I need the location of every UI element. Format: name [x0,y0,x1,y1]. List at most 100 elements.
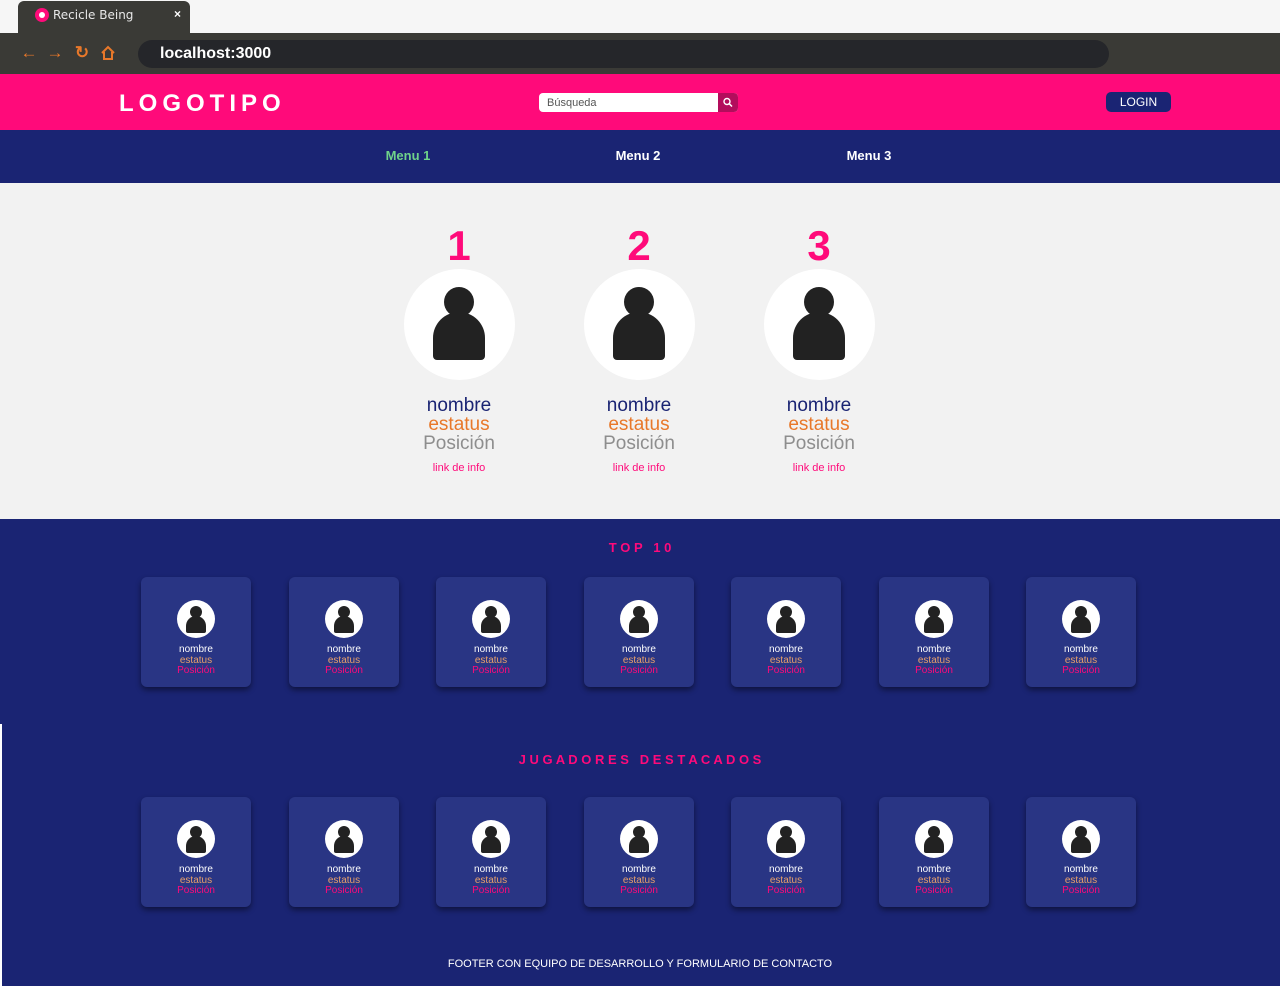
recycle-favicon-icon [35,8,49,22]
player-position: Posición [915,665,953,676]
avatar [403,269,515,380]
site-header: LOGOTIPO LOGIN [0,74,1280,130]
avatar [767,600,805,638]
featured-title: J U G A D O R E S D E S T A C A D O S [518,752,762,767]
podium-section: 1 nombre estatus Posición link de info 2… [0,183,1280,519]
player-card[interactable]: nombre estatus Posición [289,577,399,687]
browser-tab[interactable]: Recicle Being × [18,1,190,34]
player-card[interactable]: nombre estatus Posición [584,577,694,687]
player-status: estatus [788,414,850,435]
player-name: nombre [786,395,852,416]
player-position: Posición [472,665,510,676]
avatar [1062,600,1100,638]
player-position: Posición [423,433,495,454]
player-name: nombre [1064,644,1098,655]
player-name: nombre [622,864,656,875]
user-icon [481,606,501,633]
player-name: nombre [179,644,213,655]
player-name: nombre [606,395,672,416]
home-icon[interactable] [98,43,118,63]
info-link[interactable]: link de info [379,462,539,474]
player-name: nombre [769,644,803,655]
player-name: nombre [917,644,951,655]
player-name: nombre [327,644,361,655]
user-icon [186,606,206,633]
logo[interactable]: LOGOTIPO [119,90,286,118]
user-icon [792,287,846,361]
podium-entry: 3 nombre estatus Posición link de info [739,225,899,474]
footer-text: FOOTER CON EQUIPO DE DESARROLLO Y FORMUL… [447,958,833,970]
forward-arrow-icon[interactable]: → [45,43,65,63]
player-card[interactable]: nombre estatus Posición [141,577,251,687]
avatar [763,269,875,380]
player-card[interactable]: nombre estatus Posición [731,577,841,687]
player-card[interactable]: nombre estatus Posición [289,797,399,907]
info-link[interactable]: link de info [739,462,899,474]
avatar [472,600,510,638]
player-name: nombre [474,644,508,655]
player-card[interactable]: nombre estatus Posición [879,797,989,907]
search-button[interactable] [718,93,738,112]
podium-entry: 1 nombre estatus Posición link de info [379,225,539,474]
player-card[interactable]: nombre estatus Posición [1026,577,1136,687]
user-icon [481,826,501,853]
player-position: Posición [767,665,805,676]
player-position: Posición [620,885,658,896]
menu-item-2[interactable]: Menu 2 [578,148,698,163]
search-icon [723,97,733,108]
address-bar[interactable]: localhost:3000 [138,40,1109,68]
player-name: nombre [1064,864,1098,875]
player-card[interactable]: nombre estatus Posición [879,577,989,687]
search-box [539,93,738,112]
player-status: estatus [428,414,490,435]
player-card[interactable]: nombre estatus Posición [141,797,251,907]
player-card[interactable]: nombre estatus Posición [584,797,694,907]
player-position: Posición [325,665,363,676]
podium-rank: 1 [447,222,471,269]
menu-item-1[interactable]: Menu 1 [348,148,468,163]
player-position: Posición [767,885,805,896]
main-menu: Menu 1 Menu 2 Menu 3 [0,130,1280,183]
player-position: Posición [177,665,215,676]
avatar [1062,820,1100,858]
user-icon [924,606,944,633]
top10-title: T O P 1 0 [608,540,672,555]
player-card[interactable]: nombre estatus Posición [1026,797,1136,907]
tab-close-button[interactable]: × [174,7,181,21]
url-text: localhost:3000 [160,45,272,62]
player-card[interactable]: nombre estatus Posición [436,577,546,687]
avatar [915,600,953,638]
search-input[interactable] [539,93,719,112]
player-name: nombre [622,644,656,655]
user-icon [776,606,796,633]
menu-item-3[interactable]: Menu 3 [809,148,929,163]
player-position: Posición [1062,885,1100,896]
player-position: Posición [177,885,215,896]
avatar [620,600,658,638]
info-link[interactable]: link de info [559,462,719,474]
user-icon [612,287,666,361]
user-icon [432,287,486,361]
user-icon [629,826,649,853]
player-name: nombre [474,864,508,875]
avatar [177,820,215,858]
player-position: Posición [915,885,953,896]
player-card[interactable]: nombre estatus Posición [731,797,841,907]
user-icon [334,826,354,853]
login-button[interactable]: LOGIN [1106,92,1171,112]
player-card[interactable]: nombre estatus Posición [436,797,546,907]
player-position: Posición [472,885,510,896]
avatar [915,820,953,858]
player-name: nombre [327,864,361,875]
user-icon [924,826,944,853]
avatar [325,820,363,858]
back-arrow-icon[interactable]: ← [19,43,39,63]
player-name: nombre [917,864,951,875]
avatar [620,820,658,858]
player-name: nombre [769,864,803,875]
reload-icon[interactable]: ↻ [72,43,92,63]
avatar [325,600,363,638]
podium-rank: 2 [627,222,651,269]
player-position: Posición [783,433,855,454]
browser-toolbar: ← → ↻ localhost:3000 [0,33,1280,74]
